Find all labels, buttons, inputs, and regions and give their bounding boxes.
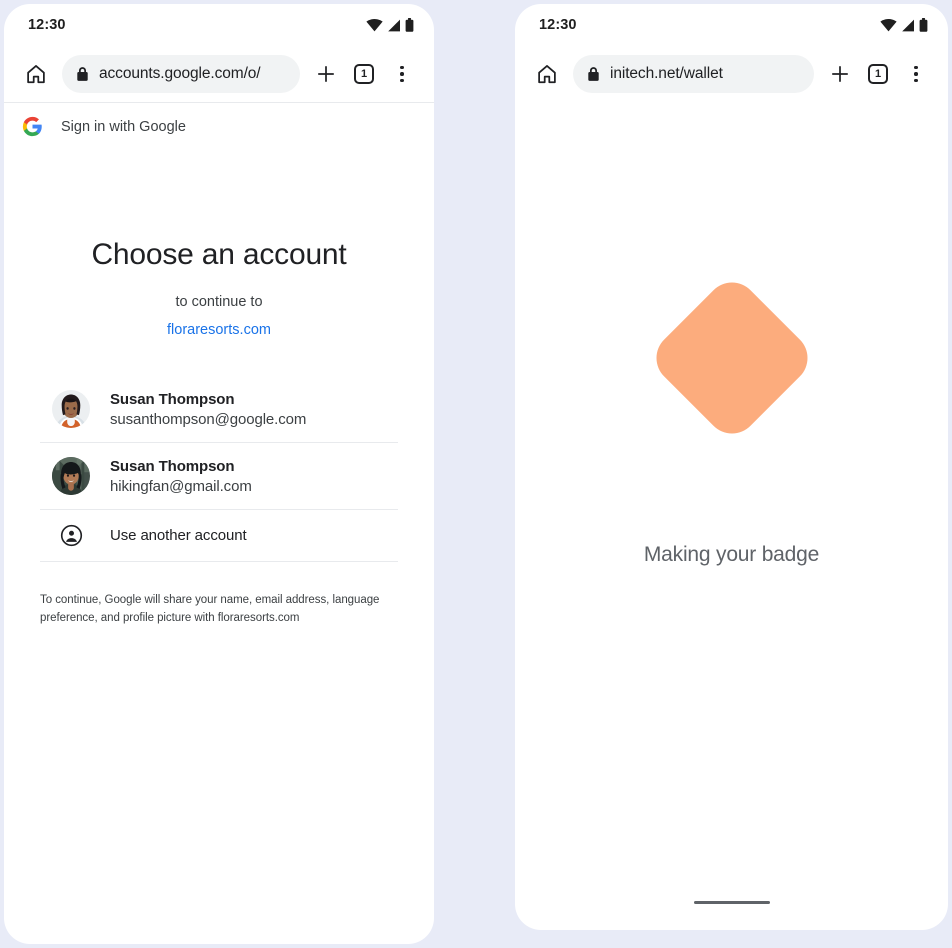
continue-to-label: to continue to: [175, 294, 263, 310]
status-time: 12:30: [539, 17, 577, 33]
omnibox-url-text: accounts.google.com/o/: [99, 65, 261, 82]
badge-placeholder-shape: [645, 271, 818, 445]
account-name: Susan Thompson: [110, 457, 235, 475]
omnibox-left[interactable]: accounts.google.com/o/: [62, 55, 300, 93]
new-tab-button-right[interactable]: [822, 56, 858, 92]
overflow-menu-icon: [400, 65, 404, 83]
plus-icon: [317, 65, 335, 83]
avatar: [52, 390, 90, 428]
overflow-menu-button-left[interactable]: [384, 56, 420, 92]
tab-switcher-button-left[interactable]: 1: [346, 56, 382, 92]
new-tab-button-left[interactable]: [308, 56, 344, 92]
overflow-menu-button-right[interactable]: [898, 56, 934, 92]
use-another-account-label: Use another account: [110, 527, 247, 544]
phone-right: 12:30 initech.net/wallet 1 Making your b…: [515, 4, 948, 930]
account-circle-icon-wrap: [52, 524, 90, 547]
account-circle-icon: [60, 524, 82, 547]
lock-icon: [77, 67, 88, 81]
battery-icon: [919, 18, 928, 32]
use-another-account-row[interactable]: Use another account: [40, 510, 398, 562]
status-bar-left: 12:30: [4, 4, 434, 46]
home-icon: [27, 65, 45, 84]
lock-icon: [588, 67, 599, 81]
browser-toolbar-right: initech.net/wallet 1: [515, 46, 948, 102]
account-row[interactable]: Susan Thompson susanthompson@google.com: [40, 376, 398, 443]
google-signin-header-label: Sign in with Google: [61, 118, 186, 135]
phone-left: 12:30 accounts.google.com/o/ 1 Sign in w…: [4, 4, 434, 944]
wifi-icon: [366, 18, 383, 31]
omnibox-url-text: initech.net/wallet: [610, 65, 723, 82]
status-icons: [880, 18, 928, 32]
account-email: hikingfan@gmail.com: [110, 477, 252, 495]
omnibox-right[interactable]: initech.net/wallet: [573, 55, 814, 93]
tab-switcher-button-right[interactable]: 1: [860, 56, 896, 92]
google-signin-body: Choose an account to continue to florare…: [4, 238, 434, 628]
avatar-photo-susan-gmail: [52, 457, 90, 495]
home-button-right[interactable]: [529, 56, 565, 92]
account-name: Susan Thompson: [110, 390, 235, 408]
consent-disclaimer: To continue, Google will share your name…: [40, 594, 380, 624]
plus-icon: [831, 65, 849, 83]
browser-toolbar-left: accounts.google.com/o/ 1: [4, 46, 434, 102]
page-title: Choose an account: [91, 238, 347, 271]
account-texts: Susan Thompson susanthompson@google.com: [110, 391, 306, 428]
status-time: 12:30: [28, 17, 66, 33]
home-button-left[interactable]: [18, 56, 54, 92]
loading-caption: Making your badge: [643, 543, 820, 566]
avatar-photo-susan-google: [52, 390, 90, 428]
google-signin-header: Sign in with Google: [4, 102, 434, 150]
status-bar-right: 12:30: [515, 4, 948, 46]
wallet-loading-page: Making your badge: [515, 102, 948, 930]
continue-to-domain: floraresorts.com: [167, 322, 271, 338]
battery-icon: [405, 18, 414, 32]
account-email: susanthompson@google.com: [110, 410, 307, 428]
cell-signal-icon: [902, 19, 914, 31]
cell-signal-icon: [388, 19, 400, 31]
account-row[interactable]: Susan Thompson hikingfan@gmail.com: [40, 443, 398, 510]
account-list: Susan Thompson susanthompson@google.com: [40, 376, 398, 562]
tab-count-badge: 1: [868, 64, 888, 84]
tab-count-badge: 1: [354, 64, 374, 84]
wifi-icon: [880, 18, 897, 31]
status-icons: [366, 18, 414, 32]
google-g-logo: [22, 116, 42, 137]
overflow-menu-icon: [914, 65, 918, 83]
home-indicator: [693, 901, 770, 904]
account-texts: Susan Thompson hikingfan@gmail.com: [110, 458, 252, 495]
home-icon: [538, 65, 556, 84]
avatar: [52, 457, 90, 495]
